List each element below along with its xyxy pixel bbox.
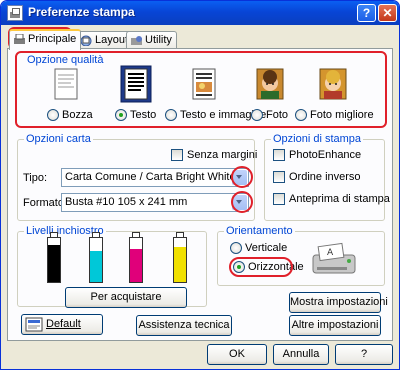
help-button[interactable]: ? (335, 344, 393, 365)
quality-text-label: Testo (130, 109, 157, 121)
print-preferences-window: Preferenze stampa ? ✕ Principale Layout … (0, 0, 400, 370)
print-preview-checkbox[interactable]: Anteprima di stampa (273, 193, 390, 205)
print-options-title: Opzioni di stampa (271, 133, 364, 145)
technical-support-button[interactable]: Assistenza tecnica (136, 315, 232, 336)
checkbox-box (273, 171, 285, 183)
show-settings-button[interactable]: Mostra impostazioni (289, 292, 388, 313)
quality-draft-label: Bozza (62, 109, 93, 121)
radio-dot (230, 242, 242, 254)
ok-button[interactable]: OK (207, 344, 267, 365)
buy-ink-button[interactable]: Per acquistare (65, 287, 187, 308)
default-label: Default (46, 318, 81, 330)
text-image-doc-icon[interactable] (187, 65, 221, 103)
checkbox-box (273, 193, 285, 205)
quality-photo-label: Foto (266, 109, 289, 121)
svg-text:A: A (327, 248, 334, 258)
radio-dot (47, 109, 59, 121)
reverse-order-checkbox[interactable]: Ordine inverso (273, 171, 361, 183)
paper-options-title: Opzioni carta (24, 133, 93, 145)
tab-label: Principale (28, 33, 77, 45)
reverse-order-label: Ordine inverso (289, 171, 361, 183)
tab-label: Layout (95, 34, 129, 46)
paper-format-select[interactable]: Busta #10 105 x 241 mm (61, 193, 249, 212)
portrait-label: Verticale (245, 242, 288, 254)
default-settings-icon (25, 317, 43, 332)
ink-cartridge-black (47, 232, 61, 283)
radio-dot (165, 109, 177, 121)
tab-principale[interactable]: Principale (9, 29, 82, 50)
quality-photo-radio[interactable]: Foto (251, 109, 288, 121)
draft-doc-icon[interactable] (49, 65, 83, 103)
borderless-label: Senza margini (187, 149, 258, 161)
borderless-checkbox[interactable]: Senza margini (171, 149, 257, 161)
annotation-landscape-highlight (229, 257, 293, 277)
ink-cartridge-magenta (129, 232, 143, 283)
printer-illustration-icon: A (312, 242, 356, 274)
ink-cartridge-cyan (89, 232, 103, 283)
text-doc-icon[interactable] (119, 65, 153, 103)
close-button[interactable]: ✕ (378, 4, 397, 22)
print-preview-label: Anteprima di stampa (289, 193, 390, 205)
portrait-radio[interactable]: Verticale (230, 242, 287, 254)
paper-format-value: Busta #10 105 x 241 mm (65, 196, 188, 208)
tab-layout[interactable]: Layout (76, 31, 134, 49)
title-bar: Preferenze stampa ? ✕ (1, 1, 399, 25)
photo-icon[interactable] (253, 65, 287, 103)
photoenhance-label: PhotoEnhance (289, 149, 362, 161)
tab-utility[interactable]: Utility (126, 31, 177, 49)
best-photo-icon[interactable] (316, 65, 350, 103)
default-button[interactable]: Default (21, 314, 103, 335)
quality-best-photo-label: Foto migliore (310, 109, 374, 121)
type-label: Tipo: (23, 172, 48, 184)
paper-type-value: Carta Comune / Carta Bright White (65, 171, 236, 183)
paper-type-select[interactable]: Carta Comune / Carta Bright White (61, 168, 249, 187)
help-title-button[interactable]: ? (357, 4, 376, 22)
ink-fill-yellow (174, 246, 186, 282)
checkbox-box (273, 149, 285, 161)
annotation-format-circle (231, 191, 253, 213)
cancel-button[interactable]: Annulla (273, 344, 329, 365)
ink-cartridge-yellow (173, 232, 187, 283)
annotation-type-circle (231, 166, 253, 188)
radio-dot-selected (115, 109, 127, 121)
tab-label: Utility (145, 34, 172, 46)
radio-dot (295, 109, 307, 121)
layout-icon (80, 35, 92, 46)
quality-best-photo-radio[interactable]: Foto migliore (295, 109, 374, 121)
orientation-title: Orientamento (224, 225, 295, 237)
other-settings-button[interactable]: Altre impostazioni (289, 315, 381, 336)
quality-text-radio[interactable]: Testo (115, 109, 156, 121)
window-title: Preferenze stampa (28, 5, 135, 19)
quality-draft-radio[interactable]: Bozza (47, 109, 93, 121)
printer-icon (7, 5, 23, 21)
ink-fill-cyan (90, 251, 102, 282)
checkbox-box (171, 149, 183, 161)
radio-dot (251, 109, 263, 121)
photoenhance-checkbox[interactable]: PhotoEnhance (273, 149, 361, 161)
utility-icon (131, 36, 142, 45)
ink-fill-black (48, 244, 60, 282)
printer-doc-icon (14, 34, 25, 44)
ink-fill-magenta (130, 249, 142, 282)
